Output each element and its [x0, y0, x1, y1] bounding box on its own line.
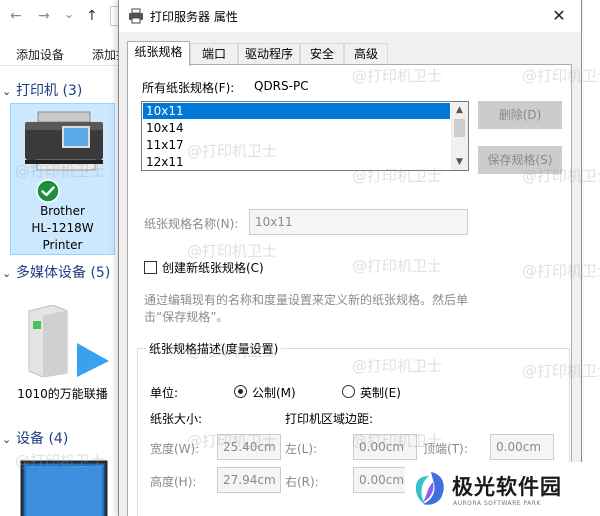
monitor-icon — [20, 460, 108, 516]
height-label: 高度(H): — [150, 475, 197, 489]
printer-icon — [129, 8, 143, 24]
units-label: 单位: — [150, 386, 179, 400]
printer-icon — [25, 111, 103, 171]
chevron-down-icon: ⌄ — [2, 267, 12, 280]
right-margin-label: 右(R): — [285, 475, 319, 489]
up-arrow-icon[interactable]: ↑ — [86, 8, 98, 24]
group-header-multimedia[interactable]: ⌄ 多媒体设备 (5) — [0, 262, 125, 284]
logo-subtitle: AURORA SOFTWARE PARK — [453, 500, 541, 507]
description-line-1: 通过编辑现有的名称和度量设置来定义新的纸张规格。然后单 — [144, 293, 469, 307]
forms-on-label: 所有纸张规格(F): — [142, 81, 235, 95]
dialog-title: 打印服务器 属性 — [150, 10, 238, 24]
printer-name-line1: Brother — [40, 204, 85, 218]
create-new-form-checkbox[interactable] — [144, 261, 157, 274]
chevron-down-icon: ⌄ — [2, 85, 12, 98]
forward-arrow-icon[interactable]: → — [38, 8, 50, 24]
back-arrow-icon[interactable]: ← — [10, 8, 22, 24]
form-name-field[interactable]: 10x11 — [249, 209, 468, 235]
scroll-thumb[interactable] — [454, 119, 465, 137]
aurora-software-logo: 极光软件园 AURORA SOFTWARE PARK — [405, 462, 600, 516]
explorer-nav-bar: ← → ⌄ ↑ — [0, 0, 125, 32]
default-printer-check-icon — [36, 179, 60, 203]
left-margin-label: 左(L): — [285, 442, 318, 456]
width-label: 宽度(W): — [150, 442, 200, 456]
groupbox-title: 纸张规格描述(度量设置) — [146, 340, 282, 357]
tab-ports[interactable]: 端口 — [190, 43, 238, 65]
printer-margins-label: 打印机区域边距: — [285, 412, 374, 426]
group-title: 设备 (4) — [16, 431, 69, 447]
group-header-printers[interactable]: ⌄ 打印机 (3) — [0, 80, 125, 102]
group-header-devices[interactable]: ⌄ 设备 (4) — [0, 428, 125, 450]
description-line-2: 击“保存规格”。 — [144, 310, 229, 324]
forms-list-scrollbar[interactable]: ▲ ▼ — [451, 102, 468, 170]
list-item[interactable]: 12x11 — [143, 154, 450, 170]
tab-forms[interactable]: 纸张规格 — [127, 41, 190, 66]
top-margin-label: 顶端(T): — [423, 442, 468, 456]
close-icon: ✕ — [552, 6, 566, 25]
metric-label: 公制(M) — [252, 386, 296, 400]
printer-tile[interactable]: Brother HL-1218W Printer — [10, 103, 115, 255]
english-label: 英制(E) — [360, 386, 401, 400]
scroll-down-icon[interactable]: ▼ — [451, 154, 468, 170]
dialog-tabs: 纸张规格 端口 驱动程序 安全 高级 — [127, 41, 567, 66]
form-description-text: 通过编辑现有的名称和度量设置来定义新的纸张规格。然后单 击“保存规格”。 — [144, 292, 474, 326]
close-button[interactable]: ✕ — [537, 0, 581, 32]
tab-security[interactable]: 安全 — [300, 43, 344, 65]
group-title: 多媒体设备 (5) — [16, 265, 111, 281]
explorer-command-bar: 添加设备 添加打 — [0, 40, 128, 66]
paper-size-label: 纸张大小: — [150, 412, 203, 426]
save-form-button[interactable]: 保存规格(S) — [478, 146, 562, 174]
width-field[interactable]: 25.40cm — [217, 434, 281, 460]
dialog-titlebar[interactable]: 打印服务器 属性 ✕ — [119, 0, 581, 32]
radio-selected-dot — [238, 389, 243, 394]
metric-radio[interactable] — [234, 385, 247, 398]
scroll-up-icon[interactable]: ▲ — [451, 102, 468, 118]
media-device-label: 1010的万能联播 — [17, 387, 108, 401]
printer-name-line2: HL-1218W — [31, 221, 94, 235]
tab-drivers[interactable]: 驱动程序 — [238, 43, 300, 65]
form-name-label: 纸张规格名称(N): — [144, 217, 239, 231]
logo-name: 极光软件园 — [452, 475, 562, 499]
left-margin-field[interactable]: 0.00cm — [353, 434, 417, 460]
forms-on-server-name: QDRS-PC — [254, 79, 309, 93]
forms-list[interactable]: 10x11 10x14 11x17 12x11 ▲ ▼ — [141, 101, 469, 171]
tab-advanced[interactable]: 高级 — [344, 43, 388, 65]
forms-tab-panel: 所有纸张规格(F): QDRS-PC 10x11 10x14 11x17 12x… — [127, 64, 572, 516]
print-server-properties-dialog: 打印服务器 属性 ✕ 纸张规格 端口 驱动程序 安全 高级 所有纸张规格(F):… — [118, 0, 582, 516]
recent-dropdown-icon[interactable]: ⌄ — [64, 6, 74, 22]
printer-name-line3: Printer — [42, 238, 83, 252]
media-server-icon — [28, 305, 109, 377]
top-margin-field[interactable]: 0.00cm — [490, 434, 554, 460]
aurora-logo-icon — [415, 472, 444, 505]
chevron-down-icon: ⌄ — [2, 433, 12, 446]
list-item[interactable]: 10x11 — [143, 103, 450, 119]
list-item[interactable]: 10x14 — [143, 120, 450, 136]
create-new-form-label: 创建新纸张规格(C) — [162, 261, 264, 275]
delete-button[interactable]: 删除(D) — [478, 101, 562, 129]
group-title: 打印机 (3) — [16, 83, 83, 99]
height-field[interactable]: 27.94cm — [217, 467, 281, 493]
list-item[interactable]: 11x17 — [143, 137, 450, 153]
english-radio[interactable] — [342, 385, 355, 398]
add-device-button[interactable]: 添加设备 — [16, 46, 64, 63]
